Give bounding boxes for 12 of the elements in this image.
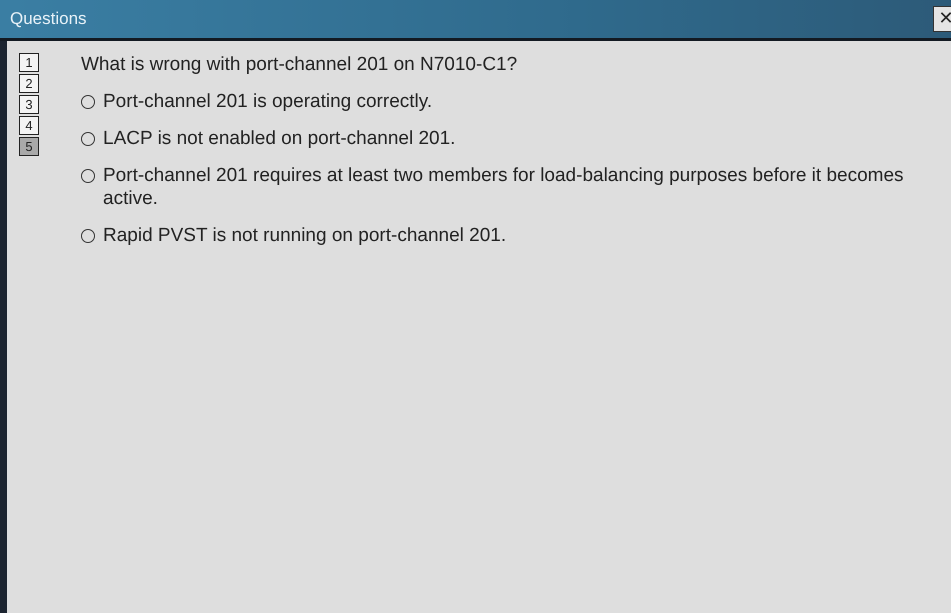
question-number-button[interactable]: 4	[19, 116, 39, 135]
question-number-button[interactable]: 3	[19, 95, 39, 114]
option-label: Port-channel 201 requires at least two members for load-balancing purposes before it becomes active.	[103, 164, 905, 210]
question-number-button[interactable]: 2	[19, 74, 39, 93]
option-label: Port-channel 201 is operating correctly.	[103, 90, 432, 113]
close-button[interactable]: ✕	[933, 6, 951, 32]
question-text: What is wrong with port-channel 201 on N7010-C1?	[81, 53, 518, 76]
window-title: Questions	[9, 9, 87, 29]
option-label: Rapid PVST is not running on port-channel 201.	[103, 224, 506, 247]
question-number-button[interactable]: 1	[19, 53, 39, 72]
option-label: LACP is not enabled on port-channel 201.	[103, 127, 456, 150]
question-number-button[interactable]: 5	[19, 137, 39, 156]
